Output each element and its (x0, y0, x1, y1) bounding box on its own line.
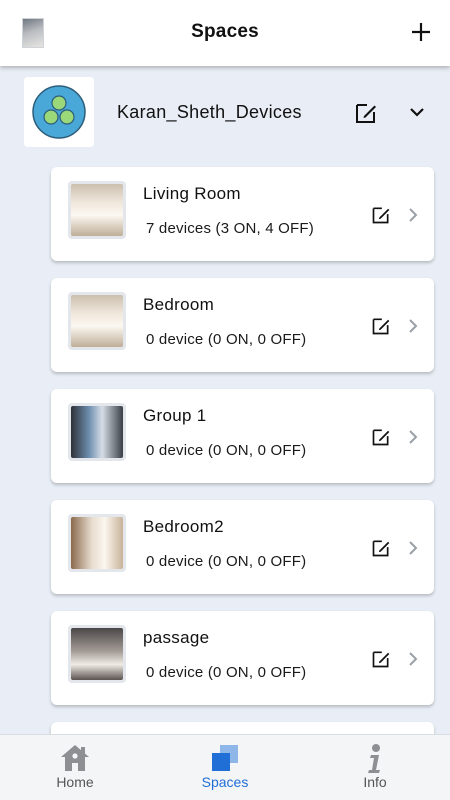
group-name: Karan_Sheth_Devices (117, 102, 302, 122)
space-device-status: 0 device (0 ON, 0 OFF) (146, 442, 307, 459)
edit-icon[interactable] (371, 205, 391, 225)
nav-spaces-label: Spaces (201, 774, 249, 790)
space-name: Group 1 (143, 406, 207, 425)
nav-info[interactable]: Info (300, 735, 450, 800)
space-image (68, 292, 126, 350)
space-card[interactable]: Bedroom 0 device (0 ON, 0 OFF) (51, 278, 434, 372)
space-card[interactable]: Group 1 0 device (0 ON, 0 OFF) (51, 389, 434, 483)
app-header: Spaces (0, 0, 450, 66)
spaces-icon (212, 745, 238, 771)
chevron-right-icon[interactable] (407, 429, 419, 445)
space-name: Bedroom2 (143, 517, 224, 536)
edit-icon[interactable] (371, 538, 391, 558)
nav-info-label: Info (363, 774, 387, 790)
chevron-right-icon[interactable] (407, 318, 419, 334)
home-icon (61, 745, 89, 771)
space-name: passage (143, 628, 210, 647)
space-device-status: 0 device (0 ON, 0 OFF) (146, 664, 307, 681)
bottom-navigation: Home Spaces Info (0, 734, 450, 800)
space-image (68, 181, 126, 239)
space-list: Living Room 7 devices (3 ON, 4 OFF) Bedr… (51, 167, 434, 769)
chevron-right-icon[interactable] (407, 207, 419, 223)
edit-icon[interactable] (371, 316, 391, 336)
space-name: Living Room (143, 184, 241, 203)
chevron-right-icon[interactable] (407, 651, 419, 667)
info-icon (368, 744, 380, 773)
space-name: Bedroom (143, 295, 215, 314)
edit-icon[interactable] (371, 649, 391, 669)
chevron-right-icon[interactable] (407, 540, 419, 556)
device-group-row[interactable]: Karan_Sheth_Devices (0, 66, 450, 158)
edit-icon[interactable] (354, 101, 378, 125)
group-logo-icon (32, 85, 86, 139)
space-card[interactable]: passage 0 device (0 ON, 0 OFF) (51, 611, 434, 705)
space-card[interactable]: Living Room 7 devices (3 ON, 4 OFF) (51, 167, 434, 261)
space-image (68, 403, 126, 461)
edit-icon[interactable] (371, 427, 391, 447)
nav-spaces[interactable]: Spaces (150, 735, 300, 800)
page-title: Spaces (191, 21, 259, 42)
chevron-down-icon[interactable] (409, 104, 425, 120)
add-icon[interactable] (410, 21, 432, 43)
space-image (68, 514, 126, 572)
space-card[interactable]: Bedroom2 0 device (0 ON, 0 OFF) (51, 500, 434, 594)
space-image (68, 625, 126, 683)
nav-home[interactable]: Home (0, 735, 150, 800)
space-device-status: 0 device (0 ON, 0 OFF) (146, 331, 307, 348)
group-logo (24, 77, 94, 147)
nav-home-label: Home (56, 774, 94, 790)
space-device-status: 0 device (0 ON, 0 OFF) (146, 553, 307, 570)
space-device-status: 7 devices (3 ON, 4 OFF) (146, 220, 314, 237)
